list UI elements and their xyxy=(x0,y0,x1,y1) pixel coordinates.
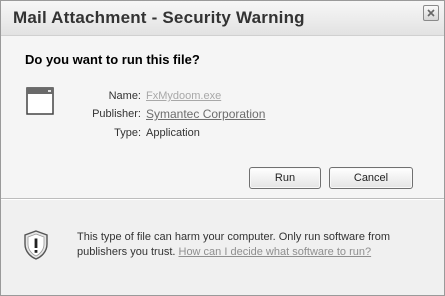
help-link[interactable]: How can I decide what software to run? xyxy=(179,246,372,258)
close-icon xyxy=(427,9,435,17)
window-title: Mail Attachment - Security Warning xyxy=(13,8,305,27)
name-label: Name: xyxy=(108,90,141,102)
file-name-value: FxMydoom.exe xyxy=(146,90,222,102)
shield-warning-icon xyxy=(24,230,48,260)
publisher-link[interactable]: Symantec Corporation xyxy=(146,107,265,121)
warning-message: This type of file can harm your computer… xyxy=(77,230,437,260)
title-bar[interactable]: Mail Attachment - Security Warning xyxy=(1,1,444,36)
warning-panel: This type of file can harm your computer… xyxy=(1,200,444,295)
dialog-question: Do you want to run this file? xyxy=(25,52,200,67)
file-info-panel: Do you want to run this file? Name: FxMy… xyxy=(1,36,444,198)
type-label: Type: xyxy=(114,127,141,139)
run-button[interactable]: Run xyxy=(249,167,321,189)
cancel-button[interactable]: Cancel xyxy=(329,167,413,189)
close-button[interactable] xyxy=(423,5,439,21)
publisher-label: Publisher: xyxy=(92,108,141,120)
file-type-value: Application xyxy=(146,127,200,139)
security-warning-dialog: Mail Attachment - Security Warning Do yo… xyxy=(0,0,445,296)
